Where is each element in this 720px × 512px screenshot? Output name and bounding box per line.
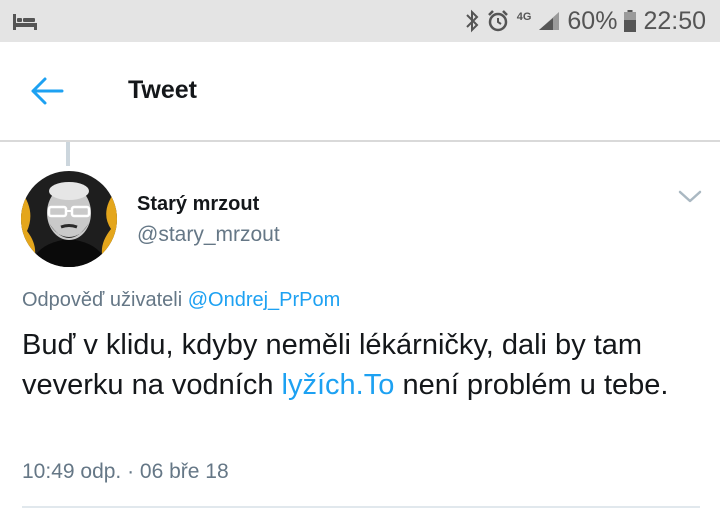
- battery-icon: [624, 10, 637, 32]
- avatar[interactable]: [21, 171, 117, 267]
- tweet-text: Buď v klidu, kdyby neměli lékárničky, da…: [22, 325, 702, 405]
- tweet-link[interactable]: lyžích.To: [282, 369, 395, 401]
- signal-icon: [538, 11, 560, 31]
- reply-context: Odpověď uživateli @Ondrej_PrPom: [22, 289, 340, 312]
- reply-prefix: Odpověď uživateli: [22, 289, 183, 311]
- tweet-timestamp: 10:49 odp. · 06 bře 18: [22, 460, 229, 483]
- tweet-text-end: není problém u tebe.: [402, 369, 669, 401]
- bluetooth-icon: [465, 9, 479, 33]
- chevron-down-icon[interactable]: [676, 186, 704, 208]
- network-type: 4G: [516, 11, 532, 23]
- clock: 22:50: [643, 6, 706, 35]
- author-name[interactable]: Starý mrzout: [137, 193, 259, 216]
- alarm-icon: [486, 9, 510, 33]
- status-bar: 4G 60% 22:50: [0, 0, 720, 42]
- bed-icon: [12, 12, 38, 37]
- thread-connector: [66, 142, 70, 166]
- back-arrow-icon[interactable]: [30, 74, 70, 108]
- battery-percent: 60%: [567, 6, 618, 35]
- reply-to-mention-link[interactable]: @Ondrej_PrPom: [188, 289, 341, 311]
- page-title: Tweet: [128, 76, 197, 104]
- top-toolbar: Tweet: [0, 42, 720, 142]
- author-handle[interactable]: @stary_mrzout: [137, 223, 280, 247]
- divider: [22, 506, 700, 508]
